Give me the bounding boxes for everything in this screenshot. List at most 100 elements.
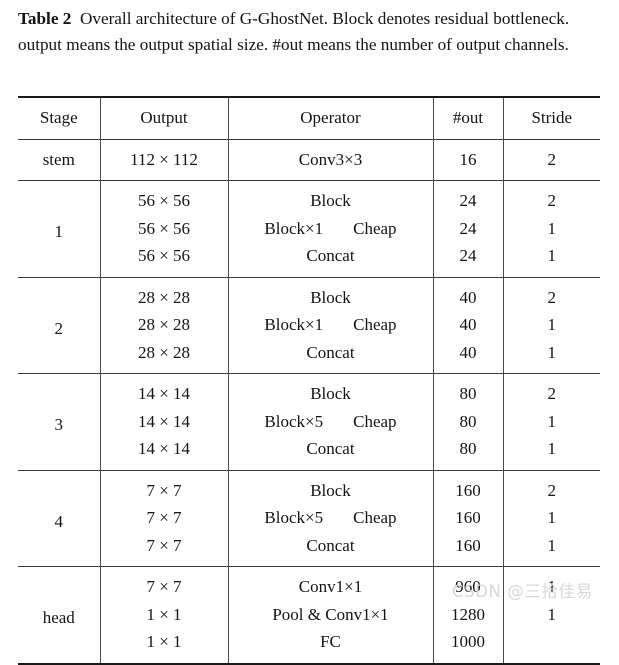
operator-cell: Block×5 Cheap — [227, 504, 433, 532]
operator-split: Block×1 Cheap — [229, 215, 433, 243]
stride-cell: 1 — [502, 600, 600, 628]
operator-cell: Concat — [227, 242, 433, 277]
output-cell: 1 × 1 — [99, 600, 228, 628]
output-cell: 14 × 14 — [99, 407, 228, 435]
table-row: 28 × 28 Block×1 Cheap 40 1 — [18, 311, 600, 339]
table-row: 28 × 28 Concat 40 1 — [18, 338, 600, 374]
stride-cell: 2 — [502, 373, 600, 408]
table-caption-text: Overall architecture of G-GhostNet. Bloc… — [18, 9, 570, 54]
stride-cell: 2 — [502, 139, 600, 181]
nout-cell: 40 — [432, 338, 503, 374]
table-caption: Table 2 Overall architecture of G-GhostN… — [18, 6, 606, 58]
stage-cell: stem — [42, 149, 75, 169]
table-row: 14 × 14 Block×5 Cheap 80 1 — [18, 407, 600, 436]
table-row: 14 × 14 Concat 80 1 — [18, 435, 600, 470]
stage-cell: 3 — [54, 415, 64, 434]
operator-cell: Block×1 Cheap — [227, 311, 433, 339]
output-cell: 7 × 7 — [99, 470, 228, 504]
operator-cell: Block×1 Cheap — [227, 214, 433, 243]
output-cell: 14 × 14 — [99, 373, 228, 408]
nout-cell: 40 — [432, 311, 503, 339]
operator-cell: Block — [227, 373, 433, 408]
operator-block-label: Block×1 — [264, 315, 324, 334]
operator-block-label: Block×5 — [264, 411, 324, 431]
operator-cell: Pool & Conv1×1 — [227, 600, 433, 628]
stride-cell: 1 — [502, 242, 600, 277]
table-row: 1 56 × 56 Block 24 2 — [18, 180, 600, 241]
operator-cell: Concat — [227, 338, 433, 374]
operator-cell: Concat — [227, 531, 433, 567]
operator-cheap-label: Cheap — [353, 218, 397, 238]
output-cell: 112 × 112 — [99, 139, 228, 181]
operator-cell: Concat — [227, 435, 433, 470]
output-cell: 28 × 28 — [99, 338, 228, 374]
table-row: 56 × 56 Block×1 Cheap 24 1 — [18, 214, 600, 243]
stride-cell: 2 — [502, 470, 600, 504]
stride-cell: 1 — [502, 566, 600, 601]
nout-cell: 160 — [432, 504, 503, 532]
nout-cell: 80 — [432, 373, 503, 408]
operator-cell: Conv3×3 — [227, 139, 433, 181]
operator-cell: Conv1×1 — [227, 566, 433, 601]
column-header-2: Operator — [227, 97, 433, 139]
operator-split: Block×5 Cheap — [229, 408, 433, 436]
table-row: head 7 × 7 Conv1×1 960 1 — [18, 566, 600, 627]
operator-block-label: Block×5 — [264, 508, 324, 527]
operator-cell: Block×5 Cheap — [227, 407, 433, 436]
nout-cell: 80 — [432, 435, 503, 470]
table-bottom-rule — [18, 662, 600, 665]
operator-cheap-label: Cheap — [353, 508, 397, 527]
column-header-0: Stage — [39, 108, 78, 127]
stride-cell: 1 — [502, 435, 600, 470]
nout-cell: 16 — [432, 139, 503, 181]
table-row: 3 14 × 14 Block 80 2 — [18, 373, 600, 434]
stride-cell: 1 — [502, 214, 600, 242]
output-cell: 7 × 7 — [99, 531, 228, 567]
column-header-4: Stride — [502, 97, 600, 139]
table-row: 1 × 1 FC 1000 — [18, 628, 600, 664]
table-row: 2 28 × 28 Block 40 2 — [18, 277, 600, 338]
nout-cell: 160 — [432, 470, 503, 504]
output-cell: 28 × 28 — [99, 277, 228, 311]
stage-cell: 1 — [54, 222, 64, 241]
column-header-3: #out — [432, 97, 503, 139]
output-cell: 1 × 1 — [99, 628, 228, 664]
stage-cell: 2 — [54, 318, 64, 338]
table-row: 1 × 1 Pool & Conv1×1 1280 1 — [18, 600, 600, 628]
operator-split: Block×5 Cheap — [229, 504, 433, 532]
nout-cell: 24 — [432, 180, 503, 215]
operator-block-label: Block×1 — [264, 218, 324, 238]
stage-cell: head — [42, 608, 75, 627]
output-cell: 14 × 14 — [99, 435, 228, 470]
stride-cell: 1 — [502, 504, 600, 532]
output-cell: 56 × 56 — [99, 214, 228, 242]
table-row: 4 7 × 7 Block 160 2 — [18, 470, 600, 531]
table-row: stem 112 × 112 Conv3×3 16 2 — [18, 139, 600, 181]
operator-cell: Block — [227, 470, 433, 504]
table-caption-label: Table 2 — [18, 9, 72, 28]
output-cell: 7 × 7 — [99, 504, 228, 532]
output-cell: 28 × 28 — [99, 311, 228, 339]
stride-cell: 1 — [502, 407, 600, 435]
column-header-1: Output — [99, 97, 228, 139]
table-row: 7 × 7 Concat 160 1 — [18, 531, 600, 567]
nout-cell: 1000 — [432, 628, 503, 664]
nout-cell: 160 — [432, 531, 503, 567]
output-cell: 56 × 56 — [99, 180, 228, 215]
output-cell: 56 × 56 — [99, 242, 228, 277]
operator-cheap-label: Cheap — [353, 315, 397, 334]
stride-cell — [502, 628, 600, 664]
stride-cell: 2 — [502, 277, 600, 311]
stride-cell: 1 — [502, 531, 600, 567]
nout-cell: 24 — [432, 214, 503, 242]
table-row: 7 × 7 Block×5 Cheap 160 1 — [18, 504, 600, 532]
nout-cell: 40 — [432, 277, 503, 311]
stride-cell: 2 — [502, 180, 600, 215]
operator-cell: Block — [227, 277, 433, 311]
nout-cell: 1280 — [432, 600, 503, 628]
output-cell: 7 × 7 — [99, 566, 228, 601]
nout-cell: 24 — [432, 242, 503, 277]
architecture-table-container: Stage Output Operator #out Stride stem 112 × 1… — [18, 96, 600, 665]
stride-cell: 1 — [502, 311, 600, 339]
operator-split: Block×1 Cheap — [229, 311, 433, 339]
